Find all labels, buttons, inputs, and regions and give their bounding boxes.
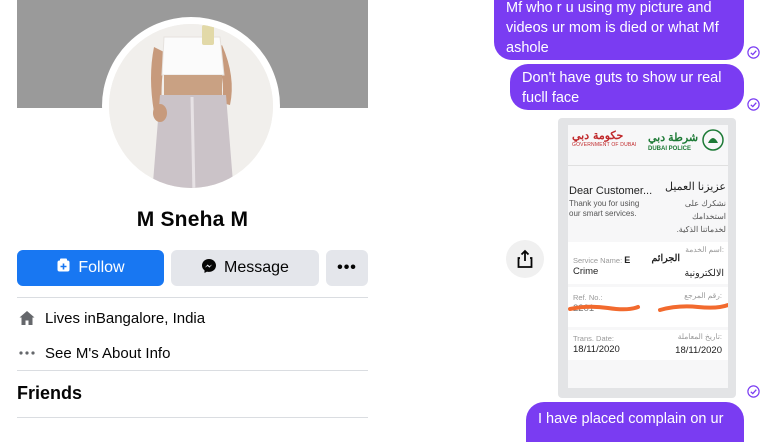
sent-check-icon — [747, 46, 760, 59]
gov-english-text: GOVERNMENT OF DUBAI — [572, 142, 637, 148]
date-value-en: 18/11/2020 — [573, 344, 620, 355]
about-info-label: See M's About Info — [45, 344, 171, 362]
dear-customer-en: Dear Customer... — [569, 185, 653, 197]
service-label-ar: اسم الخدمة: — [685, 245, 724, 254]
lives-prefix: Lives in — [45, 309, 96, 327]
share-icon — [517, 249, 533, 268]
service-label-en: Service Name: E — [573, 255, 631, 265]
police-english-text: DUBAI POLICE — [648, 146, 692, 152]
share-button[interactable] — [506, 240, 544, 278]
service-name-block: Service Name: E Crime اسم الخدمة: الجرائ… — [568, 242, 728, 284]
message-text: ashole — [506, 40, 549, 56]
government-of-dubai-logo: حكومة دبي GOVERNMENT OF DUBAI — [572, 129, 652, 155]
message-bubble[interactable]: I have placed complain on ur — [526, 402, 744, 442]
more-icon: ••• — [337, 259, 357, 276]
message-button[interactable]: Message — [171, 250, 319, 286]
profile-name: M Sneha M — [136, 208, 249, 231]
message-bubble[interactable]: Mf who r u using my picture and videos u… — [494, 0, 744, 60]
dubai-police-logo: شرطة دبي DUBAI POLICE — [648, 129, 726, 157]
sent-check-icon — [747, 385, 760, 398]
divider — [17, 297, 368, 298]
message-text: Mf who r u using my picture and — [506, 0, 712, 16]
about-info-row[interactable]: See M's About Info — [17, 343, 170, 363]
thanks-en: Thank you for using our smart services. — [569, 199, 640, 218]
police-emblem-icon — [702, 129, 724, 151]
lives-place[interactable]: Bangalore, India — [96, 310, 205, 327]
service-value-en: Crime — [573, 266, 599, 277]
follow-label: Follow — [78, 259, 125, 276]
avatar-photo — [109, 24, 273, 188]
message-label: Message — [224, 259, 289, 276]
messenger-icon — [201, 258, 217, 279]
sent-check-icon — [747, 98, 760, 111]
message-bubble[interactable]: Don't have guts to show ur real fucll fa… — [510, 64, 744, 110]
thanks-ar: نشكرك على استخدامك لخدماتنا الذكية. — [676, 199, 726, 234]
home-icon — [17, 308, 37, 328]
redaction-scribble — [568, 303, 728, 312]
reference-block: Ref. No.: رقم المرجع: 2201 — [568, 287, 728, 327]
date-label-en: Trans. Date: — [573, 334, 614, 343]
gov-arabic-text: حكومة دبي — [572, 129, 624, 142]
dear-customer-ar: عزيزنا العميل — [665, 181, 726, 193]
date-label-ar: تاريخ المعاملة: — [677, 332, 722, 341]
divider — [568, 165, 728, 166]
police-arabic-text: شرطة دبي — [648, 132, 699, 144]
add-friend-icon — [56, 258, 71, 278]
message-text: Don't have guts to show ur real — [522, 70, 722, 86]
transaction-date-block: Trans. Date: 18/11/2020 تاريخ المعاملة: … — [568, 330, 728, 360]
message-text: I have placed complain on ur — [538, 411, 724, 427]
police-receipt: حكومة دبي GOVERNMENT OF DUBAI شرطة دبي D… — [568, 125, 728, 388]
ellipsis-icon — [17, 343, 37, 363]
divider — [17, 370, 368, 371]
profile-avatar[interactable] — [102, 17, 280, 195]
lives-in-row[interactable]: Lives in Bangalore, India — [17, 308, 205, 328]
message-text: videos ur mom is died or what Mf — [506, 20, 719, 36]
date-value-ar: 18/11/2020 — [675, 345, 722, 356]
divider — [17, 417, 368, 418]
follow-button[interactable]: Follow — [17, 250, 164, 286]
friends-heading[interactable]: Friends — [17, 383, 82, 404]
service-value-ar: الجرائم — [651, 253, 680, 264]
more-options-button[interactable]: ••• — [326, 250, 368, 286]
service-value-ar-2: الالكترونية — [684, 268, 725, 279]
message-text: fucll face — [522, 90, 580, 106]
ref-label-ar: رقم المرجع: — [684, 291, 722, 300]
